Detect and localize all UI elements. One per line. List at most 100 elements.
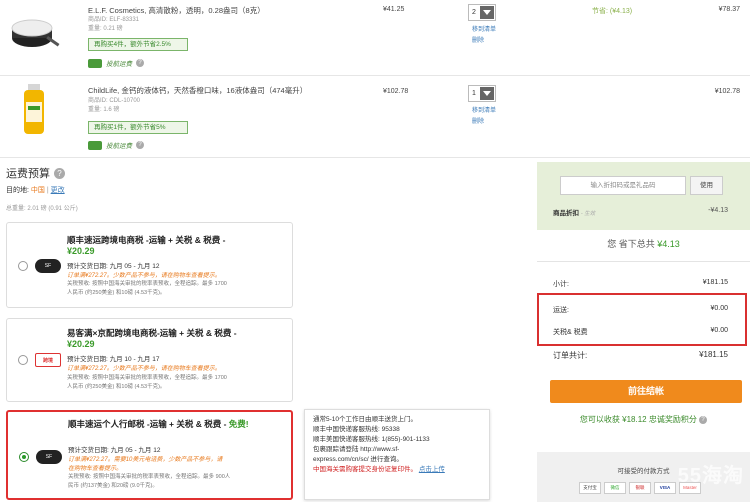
total-savings: 您 省下总共 ¥4.13 xyxy=(537,237,750,250)
tooltip-line: 通常5-10个工作日由顺丰送货上门。 xyxy=(313,416,418,423)
site-watermark: 55海淘 xyxy=(677,465,744,487)
subtotal-line: 小计: ¥181.15 xyxy=(553,279,728,289)
help-icon[interactable]: ? xyxy=(54,167,65,179)
quantity-select[interactable]: 2 xyxy=(468,4,496,21)
duty-info: 关税预收: 按照中国海关审批的税率表预收，全程追踪。最多 1700 xyxy=(67,375,227,381)
shipping-info-tooltip: 通常5-10个工作日由顺丰送货上门。 顺丰中国快递客服热线: 95338 顺丰美… xyxy=(304,409,490,500)
help-icon[interactable]: ? xyxy=(136,59,144,67)
discount-value: -¥4.13 xyxy=(708,207,728,214)
tooltip-line: 包裹跟踪请登陆 http://www.sf- xyxy=(313,446,400,453)
duty-info: 关税预收: 按照中国海关审批的税率表预收，全程追踪。最多 900人 xyxy=(68,474,231,480)
shipping-estimate-title: 运费预算 ? xyxy=(6,165,65,181)
unit-price: ¥102.78 xyxy=(383,88,409,95)
coupon-input[interactable]: 输入折扣码或是礼品码 xyxy=(560,176,686,195)
free-label: 免费! xyxy=(228,419,249,429)
shipping-line: 运送: ¥0.00 xyxy=(553,305,728,315)
discount-label-text: 商品折扣 xyxy=(553,210,579,217)
shipping-option[interactable]: 跨境 易客满×京配跨境电商税-运输 + 关税 & 税费 - ¥20.29 预计交… xyxy=(6,318,293,402)
quantity-value: 1 xyxy=(472,90,476,97)
chevron-down-icon[interactable] xyxy=(480,87,494,100)
discount-label: 商品折扣 - 生效 xyxy=(553,207,595,217)
delivery-estimate: 预计交货日期: 九月 05 - 九月 12 xyxy=(68,447,161,454)
cart-row: ChildLife, 金钙的液体钙，天然香橙口味，16液体盎司（474毫升） 商… xyxy=(0,76,750,158)
shipping-note: 投航运费 ? xyxy=(88,58,144,68)
savings-label: 您 省下总共 xyxy=(607,239,655,249)
move-to-wishlist-link[interactable]: 移到清单 xyxy=(472,107,496,116)
shipping-option-radio[interactable] xyxy=(19,452,29,462)
delivery-estimate: 预计交货日期: 九月 10 - 九月 17 xyxy=(67,356,160,363)
coupon-panel: 输入折扣码或是礼品码 使用 商品折扣 - 生效 -¥4.13 xyxy=(537,162,750,230)
chevron-down-icon[interactable] xyxy=(480,6,494,19)
shipping-option[interactable]: SF 顺丰速运跨境电商税 -运输 + 关税 & 税费 - ¥20.29 预计交货… xyxy=(6,222,293,308)
product-name[interactable]: ChildLife, 金钙的液体钙，天然香橙口味，16液体盎司（474毫升） xyxy=(88,85,307,96)
shipping-option-note: 在购物车查看提示。 xyxy=(68,466,123,472)
product-thumbnail-powder[interactable] xyxy=(8,8,63,63)
order-total-label: 订单共计: xyxy=(553,351,588,360)
shipping-note-text: 投航运费 xyxy=(106,143,132,150)
duty-info: 民币 (约137美金) 和20磅 (9.0千克)。 xyxy=(68,483,158,489)
product-weight: 重量: 1.6 磅 xyxy=(88,107,120,113)
order-total-value: ¥181.15 xyxy=(699,350,728,359)
shipping-option-title-text: 顺丰速运个人行邮税 -运输 + 关税 & 税费 - xyxy=(68,419,229,429)
change-destination-link[interactable]: 更改 xyxy=(51,187,65,194)
shipping-option-title: 顺丰速运跨境电商税 -运输 + 关税 & 税费 - xyxy=(67,235,226,245)
savings-amount: ¥4.13 xyxy=(657,239,680,249)
shipping-note-text: 投航运费 xyxy=(106,61,132,68)
truck-icon xyxy=(88,140,102,150)
product-id: 商品ID: ELF-83331 xyxy=(88,17,140,23)
tax-line: 关税& 税费 ¥0.00 xyxy=(553,327,728,337)
loyalty-points: 您可以收获 ¥18.12 忠诚奖励积分 ? xyxy=(537,414,750,425)
cart-row: E.L.F. Cosmetics, 高清散粉，透明，0.28盎司（8克） 商品I… xyxy=(0,0,750,76)
shipping-option-note: 订单满¥272.27。少数产品不参与，请在购物车查看提示。 xyxy=(67,366,221,372)
item-savings: 节省: (¥4.13) xyxy=(592,8,633,15)
cross-border-logo: 跨境 xyxy=(35,353,61,367)
alipay-icon: 支付宝 xyxy=(579,482,601,494)
delete-link[interactable]: 删除 xyxy=(472,37,484,46)
delivery-estimate: 预计交货日期: 九月 05 - 九月 12 xyxy=(67,263,160,270)
unit-price: ¥41.25 xyxy=(383,6,405,13)
promo-badge[interactable]: 再购买1件，额外节省5% xyxy=(88,121,188,134)
upload-id-link[interactable]: 点击上传 xyxy=(419,466,445,473)
order-total-line: 订单共计: ¥181.15 xyxy=(553,350,728,361)
shipping-option-selected[interactable]: SF 顺丰速运个人行邮税 -运输 + 关税 & 税费 - 免费! 预计交货日期:… xyxy=(6,410,293,500)
shipping-option-note: 订单满¥272.27。少数产品不参与，请在购物车查看提示。 xyxy=(67,273,221,279)
tooltip-line: 顺丰中国快递客服热线: 95338 xyxy=(313,426,400,433)
shipping-note: 投航运费 ? xyxy=(88,140,144,150)
wechat-pay-icon: 微信 xyxy=(604,482,626,494)
tax-label: 关税& 税费 xyxy=(553,329,588,336)
product-thumbnail-calcium[interactable] xyxy=(8,82,63,137)
line-total: ¥102.78 xyxy=(714,88,740,95)
shipping-value: ¥0.00 xyxy=(710,305,728,312)
id-warning: 中国海关需购客提交身份证复印件。 xyxy=(313,466,417,473)
tooltip-line: express.com/cn/sc/ 进行查询。 xyxy=(313,456,403,463)
shipping-option-price: ¥20.29 xyxy=(67,339,95,349)
quantity-select[interactable]: 1 xyxy=(468,85,496,102)
truck-icon xyxy=(88,58,102,68)
duty-info: 人民币 (约250美金) 和10磅 (4.53千克)。 xyxy=(67,384,166,390)
shipping-option-radio[interactable] xyxy=(18,261,28,271)
help-icon[interactable]: ? xyxy=(699,415,708,424)
promo-badge[interactable]: 再购买4件，额外节省2.5% xyxy=(88,38,188,51)
destination-value: 中国 xyxy=(30,187,45,194)
total-weight: 总重量: 2.01 磅 (0.91 公斤) xyxy=(6,206,78,212)
product-weight: 重量: 0.21 磅 xyxy=(88,26,123,32)
subtotal-label: 小计: xyxy=(553,281,569,288)
product-name[interactable]: E.L.F. Cosmetics, 高清散粉，透明，0.28盎司（8克） xyxy=(88,5,265,16)
sf-express-logo: SF xyxy=(35,259,61,273)
unionpay-icon: 银联 xyxy=(629,482,651,494)
order-summary: 输入折扣码或是礼品码 使用 商品折扣 - 生效 -¥4.13 您 省下总共 ¥4… xyxy=(537,162,750,502)
visa-icon: VISA xyxy=(654,482,676,494)
checkout-button[interactable]: 前往结帐 xyxy=(550,380,742,403)
product-id: 商品ID: CDL-10700 xyxy=(88,98,141,104)
cart-items: E.L.F. Cosmetics, 高清散粉，透明，0.28盎司（8克） 商品I… xyxy=(0,0,750,158)
shipping-title-text: 运费预算 xyxy=(6,168,50,180)
shipping-option-radio[interactable] xyxy=(18,355,28,365)
delete-link[interactable]: 删除 xyxy=(472,118,484,127)
shipping-label: 运送: xyxy=(553,307,569,314)
quantity-value: 2 xyxy=(472,9,476,16)
duty-info: 关税预收: 按照中国海关审批的税率表预收，全程追踪。最多 1700 xyxy=(67,281,227,287)
discount-tag: - 生效 xyxy=(580,211,596,217)
apply-coupon-button[interactable]: 使用 xyxy=(690,176,723,195)
move-to-wishlist-link[interactable]: 移到清单 xyxy=(472,26,496,35)
help-icon[interactable]: ? xyxy=(136,141,144,149)
